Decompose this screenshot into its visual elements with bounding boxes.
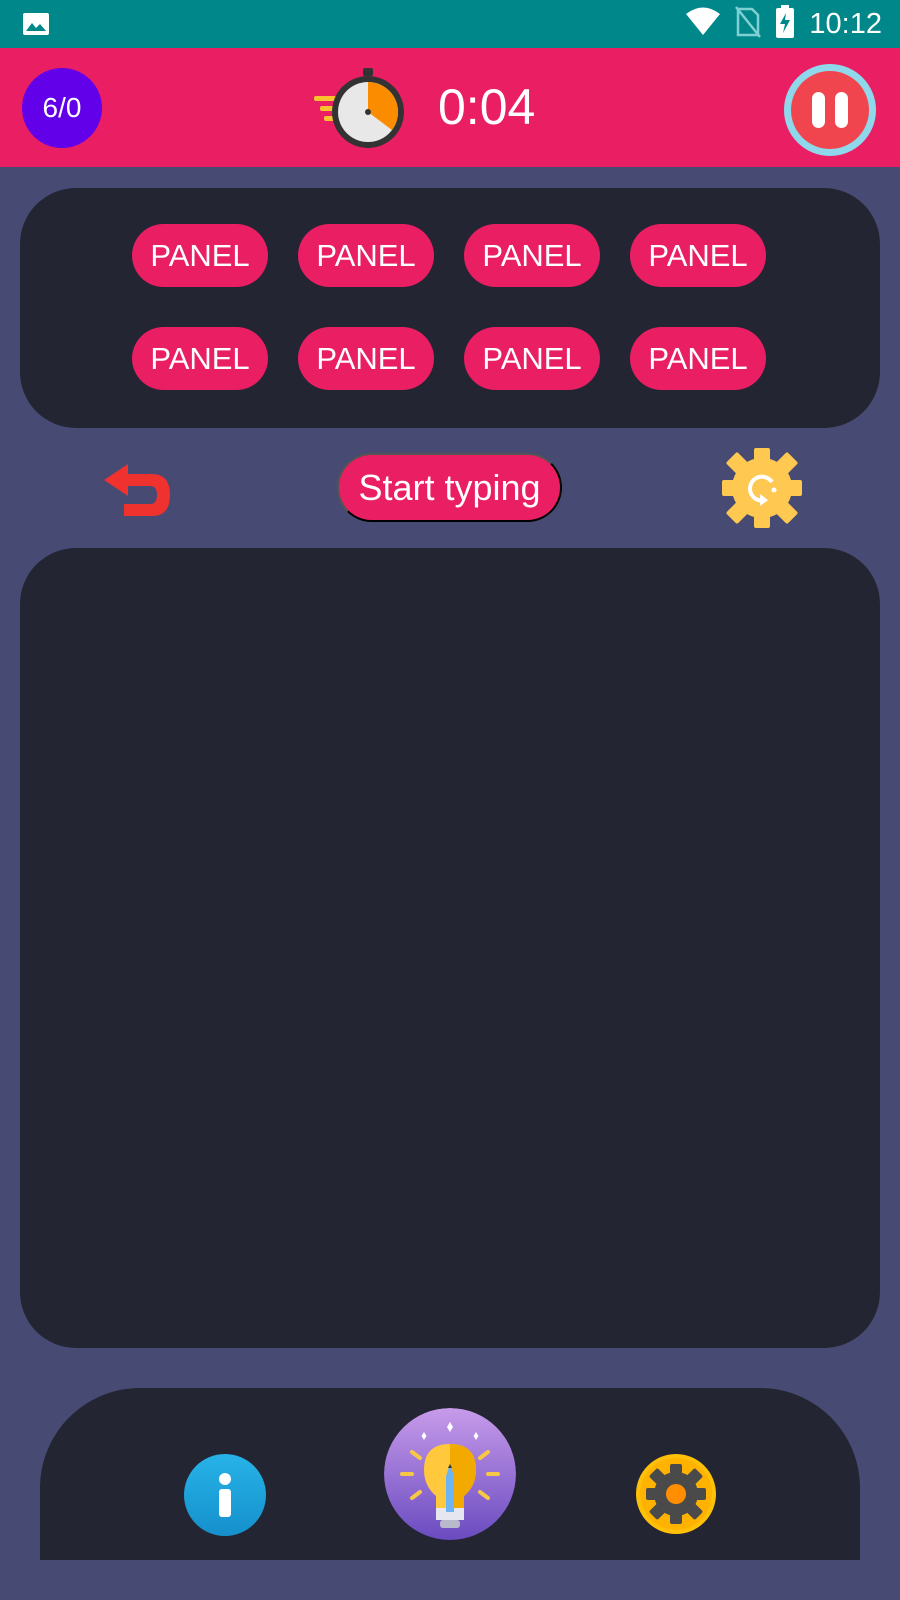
undo-icon[interactable] [102,458,174,527]
panel-chip-6[interactable]: PANEL [298,327,434,390]
info-button[interactable] [184,1454,266,1536]
info-icon [219,1473,231,1517]
image-icon [22,12,50,41]
score-badge: 6/0 [22,68,102,148]
stopwatch-icon [314,66,414,155]
wifi-icon [685,7,721,42]
panel-chip-4[interactable]: PANEL [630,224,766,287]
pause-icon [791,71,869,149]
no-sim-icon [735,5,762,43]
panels-card: PANEL PANEL PANEL PANEL PANEL PANEL PANE… [20,188,880,428]
status-clock: 10:12 [809,7,882,40]
status-bar: 10:12 [0,0,900,48]
panel-chip-8[interactable]: PANEL [630,327,766,390]
panel-chip-5[interactable]: PANEL [132,327,268,390]
idea-button[interactable] [384,1408,516,1540]
start-typing-button[interactable]: Start typing [337,453,562,522]
panel-chip-1[interactable]: PANEL [132,224,268,287]
panel-chip-2[interactable]: PANEL [298,224,434,287]
battery-charging-icon [775,4,795,44]
panel-chip-7[interactable]: PANEL [464,327,600,390]
pause-button[interactable] [784,64,876,156]
timer-display: 0:04 [438,79,536,135]
reset-gear-icon[interactable] [720,446,804,535]
panel-chip-3[interactable]: PANEL [464,224,600,287]
panels-grid: PANEL PANEL PANEL PANEL PANEL PANEL PANE… [132,224,766,390]
typing-area[interactable] [20,548,880,1348]
game-header: 6/0 0:04 [0,48,900,167]
settings-gear-icon[interactable] [634,1452,718,1541]
idea-lightbulb-icon [384,1408,516,1540]
